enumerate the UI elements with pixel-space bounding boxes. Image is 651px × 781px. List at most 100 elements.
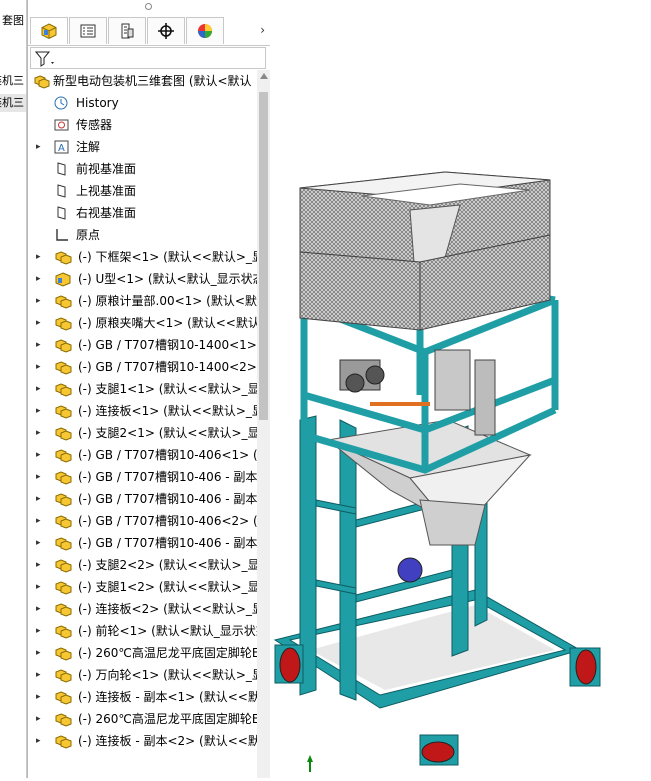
tree-item[interactable]: History [28,92,257,114]
tree-item-label: 传感器 [76,118,113,132]
expand-arrow-icon[interactable]: ▸ [36,378,44,400]
base-frame [273,589,582,709]
display-manager-tab[interactable] [186,17,224,44]
filter-funnel-icon[interactable] [35,50,57,68]
part-cube-icon [41,23,57,40]
tree-item[interactable]: ▸ (-) 万向轮<1> (默认<<默认>_显 [28,664,257,686]
tree-item[interactable]: ▸ (-) 前轮<1> (默认<默认_显示状态 [28,620,257,642]
subassembly-icon [55,669,72,683]
subassembly-icon [55,603,72,617]
assembly-icon [34,75,50,89]
expand-arrow-icon[interactable]: ▸ [36,510,44,532]
expand-arrow-icon[interactable]: ▸ [36,400,44,422]
tree-item[interactable]: ▸ (-) 支腿2<1> (默认<<默认>_显 [28,422,257,444]
tree-item-label: (-) GB / T707槽钢10-406<1> (默 [78,448,257,462]
expand-arrow-icon[interactable]: ▸ [36,422,44,444]
tree-item-label: (-) 连接板 - 副本<2> (默认<<默 [78,734,257,748]
tree-item-label: (-) 连接板<2> (默认<<默认>_显 [78,602,257,616]
tree-item[interactable]: 上视基准面 [28,180,257,202]
tree-item[interactable]: ▸ (-) GB / T707槽钢10-1400<1> [28,334,257,356]
sensor-icon [54,119,69,131]
tree-scrollbar[interactable] [257,70,270,778]
expand-arrow-icon[interactable]: ▸ [36,664,44,686]
dimxpert-tab[interactable] [147,17,185,44]
filter-bar[interactable] [30,47,266,69]
scrollbar-thumb[interactable] [259,92,268,420]
graphics-viewport[interactable] [270,0,651,778]
subassembly-icon [55,405,72,419]
tree-item-label: 上视基准面 [76,184,137,198]
tree-item[interactable]: ▸ (-) GB / T707槽钢10-406 - 副本 [28,532,257,554]
subassembly-icon [55,251,72,265]
expand-arrow-icon[interactable]: ▸ [36,730,44,752]
tree-item[interactable]: ▸ (-) 连接板<1> (默认<<默认>_显 [28,400,257,422]
expand-arrow-icon[interactable]: ▸ [36,576,44,598]
tree-item-label: (-) 万向轮<1> (默认<<默认>_显 [78,668,257,682]
part-icon [55,272,71,287]
tree-item[interactable]: ▸ (-) 连接板 - 副本<1> (默认<<默 [28,686,257,708]
tree-item-label: 前视基准面 [76,162,137,176]
tree-item[interactable]: ▸ (-) GB / T707槽钢10-1400<2> [28,356,257,378]
expand-arrow-icon[interactable]: ▸ [36,532,44,554]
tabs-more-arrow-icon[interactable]: › [260,23,265,37]
configurationmanager-tab[interactable] [108,17,146,44]
scroll-up-arrow-icon[interactable] [260,73,268,79]
propertymanager-tab[interactable] [69,17,107,44]
tree-item-label: 新型电动包装机三维套图 (默认<默认 [53,74,252,88]
tree-item[interactable]: 传感器 [28,114,257,136]
expand-arrow-icon[interactable]: ▸ [36,268,44,290]
property-list-icon [80,24,96,38]
tree-item[interactable]: 右视基准面 [28,202,257,224]
tree-item[interactable]: ▸ (-) 下框架<1> (默认<<默认>_显 [28,246,257,268]
featuremanager-tab[interactable] [30,17,68,44]
tree-item[interactable]: ▸ (-) GB / T707槽钢10-406 - 副本 [28,488,257,510]
expand-arrow-icon[interactable]: ▸ [36,620,44,642]
expand-arrow-icon[interactable]: ▸ [36,642,44,664]
expand-arrow-icon[interactable]: ▸ [36,598,44,620]
machine-3d-model[interactable] [270,0,651,778]
tree-item[interactable]: 前视基准面 [28,158,257,180]
left-strip-item[interactable]: 套图 [0,12,26,30]
tree-root-item[interactable]: ▾ 新型电动包装机三维套图 (默认<默认 [28,70,257,92]
tree-item[interactable]: ▸ (-) 连接板<2> (默认<<默认>_显 [28,598,257,620]
expand-arrow-icon[interactable]: ▸ [36,686,44,708]
panel-grip-icon[interactable] [145,3,152,10]
tree-item[interactable]: ▸ (-) 260℃高温尼龙平底固定脚轮E [28,642,257,664]
tree-item[interactable]: ▸ (-) 支腿2<2> (默认<<默认>_显 [28,554,257,576]
tree-item[interactable]: ▸ (-) 260℃高温尼龙平底固定脚轮E [28,708,257,730]
subassembly-icon [55,515,72,529]
expand-arrow-icon[interactable]: ▸ [36,356,44,378]
expand-arrow-icon[interactable]: ▸ [36,246,44,268]
plane-icon [57,162,66,176]
plane-icon [57,206,66,220]
expand-arrow-icon[interactable]: ▸ [36,708,44,730]
tree-item[interactable]: ▸ (-) GB / T707槽钢10-406<2> (默 [28,510,257,532]
subassembly-icon [55,339,72,353]
expand-arrow-icon[interactable]: ▸ [36,136,44,158]
tree-item-label: (-) 260℃高温尼龙平底固定脚轮E [78,646,257,660]
tree-item[interactable]: ▸ (-) U型<1> (默认<默认_显示状态 [28,268,257,290]
tree-item[interactable]: ▸ (-) 原粮计量部.00<1> (默认<默 [28,290,257,312]
feature-tree: ▾ 新型电动包装机三维套图 (默认<默认 History 传感器 ▸ A 注解前视基准面… [28,70,257,778]
expand-arrow-icon[interactable]: ▸ [36,488,44,510]
expand-arrow-icon[interactable]: ▸ [36,334,44,356]
expand-arrow-icon[interactable]: ▸ [36,554,44,576]
tree-item[interactable]: ▸ (-) 支腿1<1> (默认<<默认>_显 [28,378,257,400]
coordinate-triad-icon [307,755,313,772]
expand-arrow-icon[interactable]: ▸ [36,466,44,488]
subassembly-icon [55,449,72,463]
expand-arrow-icon[interactable]: ▸ [36,290,44,312]
tree-item[interactable]: ▸ (-) GB / T707槽钢10-406 - 副本 [28,466,257,488]
expand-arrow-icon[interactable]: ▸ [36,312,44,334]
tree-item[interactable]: ▸ (-) 原粮夹嘴大<1> (默认<<默认 [28,312,257,334]
left-strip-item[interactable]: 装机三 [0,72,26,90]
tree-item[interactable]: ▸ A 注解 [28,136,257,158]
tree-item[interactable]: 原点 [28,224,257,246]
tree-item[interactable]: ▸ (-) 支腿1<2> (默认<<默认>_显 [28,576,257,598]
subassembly-icon [55,581,72,595]
expand-arrow-icon[interactable]: ▸ [36,444,44,466]
tree-item[interactable]: ▸ (-) 连接板 - 副本<2> (默认<<默 [28,730,257,752]
tree-item[interactable]: ▸ (-) GB / T707槽钢10-406<1> (默 [28,444,257,466]
left-strip-item[interactable]: 装机三 [0,94,26,112]
svg-text:A: A [58,143,65,154]
